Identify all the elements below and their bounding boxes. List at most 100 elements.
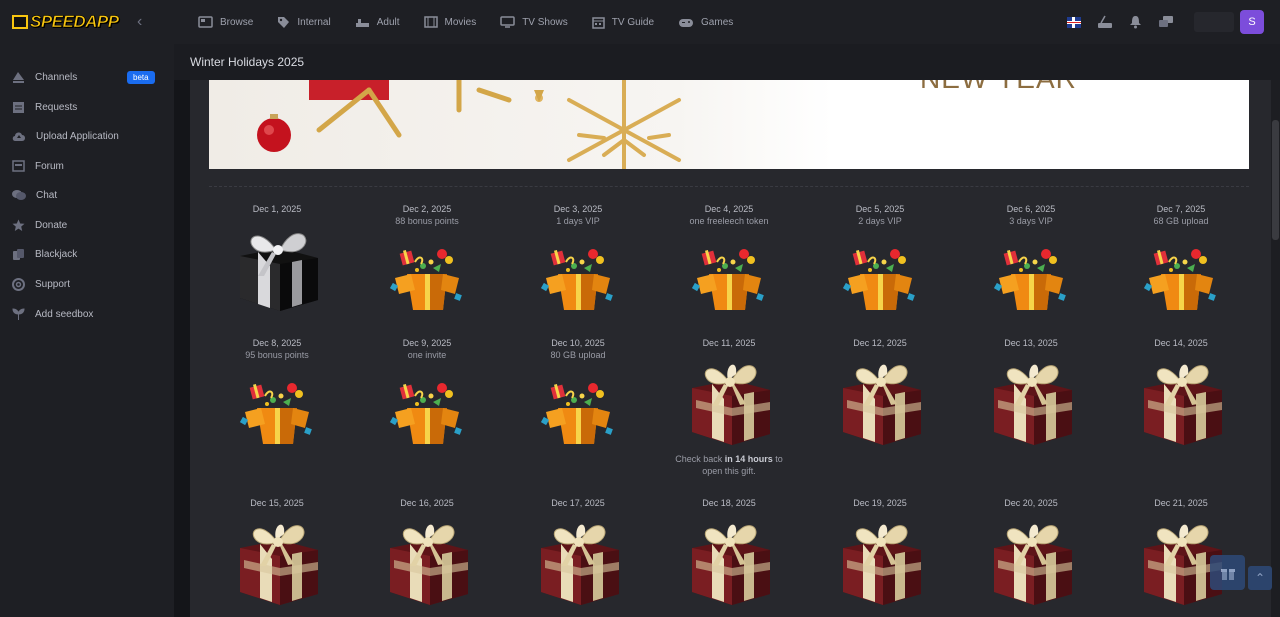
chevron-left-icon[interactable]: ‹ [137, 13, 142, 31]
day-date: Dec 15, 2025 [250, 498, 304, 508]
gift-box[interactable] [687, 244, 771, 319]
day-date: Dec 7, 2025 [1156, 204, 1206, 214]
gift-box[interactable] [536, 378, 620, 453]
calendar-icon [592, 16, 605, 29]
speedapp-logo[interactable]: SPEEDAPP [12, 12, 119, 32]
day-reward: 2 days VIP [858, 216, 902, 226]
chevron-up-icon: ⌃ [1254, 571, 1266, 585]
notifications-button[interactable] [1129, 15, 1142, 29]
nav-browse[interactable]: Browse [198, 16, 253, 28]
nav-tv-guide[interactable]: TV Guide [592, 16, 654, 29]
sidebar-item-channels[interactable]: Channels [12, 67, 77, 87]
nav-games[interactable]: Games [678, 17, 733, 28]
gift-box[interactable] [536, 244, 620, 319]
calendar-day: Dec 13, 2025 [971, 338, 1091, 451]
nav-adult[interactable]: Adult [355, 16, 400, 28]
sidebar-item-add-seedbox[interactable]: Add seedbox [12, 304, 93, 324]
gift-box[interactable] [838, 244, 922, 319]
gift-box[interactable] [385, 244, 469, 319]
open-gift-icon [993, 249, 1066, 310]
messages-button[interactable] [1158, 15, 1174, 29]
day-date: Dec 19, 2025 [853, 498, 907, 508]
language-switch[interactable] [1067, 16, 1081, 28]
open-gift-icon [842, 249, 915, 310]
logo-text: SPEEDAPP [30, 12, 120, 32]
calendar-day[interactable]: Dec 4, 2025 one freeleech token [669, 204, 789, 319]
gift-box [1136, 350, 1226, 451]
sidebar-item-chat[interactable]: Chat [12, 185, 57, 205]
sidebar-item-label: Forum [35, 160, 64, 172]
seedbox-icon [12, 307, 25, 320]
gift-box[interactable] [232, 216, 322, 317]
header-tools: S [1051, 10, 1264, 34]
sidebar-item-forum[interactable]: Forum [12, 156, 64, 176]
sidebar-item-label: Add seedbox [35, 308, 94, 320]
gift-box [684, 510, 774, 611]
gift-box [986, 350, 1076, 451]
sidebar-item-donate[interactable]: Donate [12, 215, 67, 235]
tag-icon [278, 16, 290, 28]
closed-gift-icon [994, 524, 1072, 605]
sidebar-item-label: Support [35, 278, 71, 290]
nav-internal[interactable]: Internal [277, 16, 331, 29]
gift-box[interactable] [1139, 244, 1223, 319]
day-date: Dec 14, 2025 [1154, 338, 1208, 348]
calendar-day[interactable]: Dec 8, 2025 95 bonus points [217, 338, 337, 453]
nav-movies[interactable]: Movies [423, 16, 476, 28]
gift-box[interactable] [235, 378, 319, 453]
calendar-day[interactable]: Dec 10, 2025 80 GB upload [518, 338, 638, 453]
scrollbar[interactable] [1271, 80, 1280, 617]
tv-icon [500, 16, 515, 28]
calendar-day[interactable]: Dec 9, 2025 one invite [367, 338, 487, 453]
scrollbar-thumb[interactable] [1272, 120, 1279, 240]
gift-box [835, 510, 925, 611]
day-reward: one freeleech token [689, 216, 769, 226]
nav-label: TV Shows [522, 16, 568, 28]
day-date: Dec 2, 2025 [402, 204, 452, 214]
gift-float-button[interactable] [1210, 555, 1245, 590]
day-date: Dec 16, 2025 [400, 498, 454, 508]
closed-gift-icon [541, 524, 619, 605]
seedbox-tool[interactable] [1097, 15, 1113, 29]
gift-icon [1220, 568, 1235, 580]
open-gift-icon [691, 249, 764, 310]
open-gift-icon [389, 383, 462, 444]
calendar-day[interactable]: Dec 1, 2025 [217, 204, 337, 317]
gift-box [382, 510, 472, 611]
day-date: Dec 10, 2025 [551, 338, 605, 348]
sidebar-item-requests[interactable]: Requests [12, 97, 77, 117]
sidebar-item-upload-application[interactable]: Upload Application [12, 126, 119, 146]
day-date: Dec 13, 2025 [1004, 338, 1058, 348]
gift-box[interactable] [385, 378, 469, 453]
calendar-day[interactable]: Dec 3, 2025 1 days VIP [518, 204, 638, 319]
scroll-to-top-button[interactable]: ⌃ [1248, 566, 1272, 590]
divider [209, 186, 1249, 187]
nav-label: Games [701, 16, 734, 28]
day-date: Dec 6, 2025 [1006, 204, 1056, 214]
day-date: Dec 8, 2025 [252, 338, 302, 348]
sidebar-item-label: Chat [36, 189, 58, 201]
calendar-day: Dec 14, 2025 [1121, 338, 1241, 451]
nav-tv-shows[interactable]: TV Shows [500, 16, 568, 28]
forum-icon [12, 160, 25, 172]
top-bar: SPEEDAPP ‹ Browse Internal Adult Movies … [0, 0, 1280, 44]
closed-gift-icon [843, 364, 921, 445]
banner-decoration-image [257, 80, 681, 169]
star-icon [12, 219, 25, 231]
gift-box[interactable] [989, 244, 1073, 319]
sidebar-item-support[interactable]: Support [12, 274, 70, 294]
closed-gift-icon [843, 524, 921, 605]
open-gift-icon [540, 249, 613, 310]
user-stats-box[interactable] [1194, 12, 1234, 32]
sidebar-item-blackjack[interactable]: Blackjack [12, 244, 77, 264]
sidebar-item-label: Donate [35, 219, 68, 231]
day-date: Dec 1, 2025 [252, 204, 302, 214]
avatar[interactable]: S [1240, 10, 1264, 34]
calendar-day[interactable]: Dec 6, 2025 3 days VIP [971, 204, 1091, 319]
open-gift-icon [239, 383, 312, 444]
calendar-day[interactable]: Dec 7, 2025 68 GB upload [1121, 204, 1241, 319]
calendar-day[interactable]: Dec 5, 2025 2 days VIP [820, 204, 940, 319]
day-reward: 68 GB upload [1153, 216, 1209, 226]
calendar-day[interactable]: Dec 2, 2025 88 bonus points [367, 204, 487, 319]
closed-gift-icon [240, 524, 318, 605]
